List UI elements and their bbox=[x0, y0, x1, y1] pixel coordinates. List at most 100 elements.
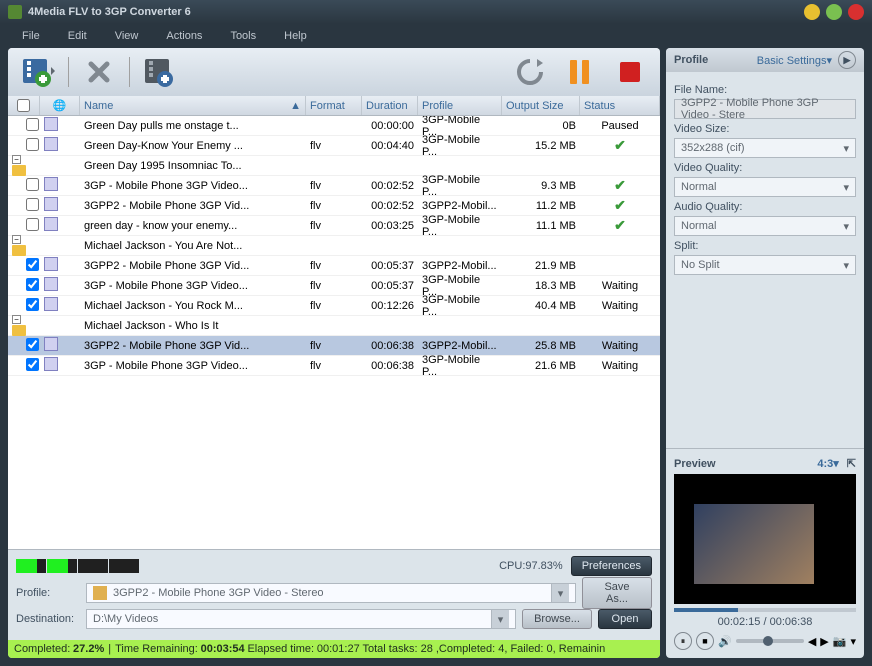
row-checkbox[interactable] bbox=[26, 278, 39, 291]
destination-field[interactable]: D:\My Videos ▾ bbox=[86, 609, 516, 629]
row-name: Michael Jackson - You Rock M... bbox=[80, 300, 306, 312]
row-status: Waiting bbox=[580, 340, 660, 352]
file-row[interactable]: 3GPP2 - Mobile Phone 3GP Vid...flv00:02:… bbox=[8, 196, 660, 216]
group-row[interactable]: −Michael Jackson - Who Is It bbox=[8, 316, 660, 336]
convert-button[interactable] bbox=[510, 54, 550, 90]
col-output[interactable]: Output Size bbox=[502, 96, 580, 115]
row-name: 3GP - Mobile Phone 3GP Video... bbox=[80, 180, 306, 192]
row-checkbox[interactable] bbox=[26, 118, 39, 131]
row-checkbox[interactable] bbox=[26, 178, 39, 191]
group-row[interactable]: − Green Day 1995 Insomniac To... bbox=[8, 156, 660, 176]
file-row[interactable]: 3GP - Mobile Phone 3GP Video...flv00:06:… bbox=[8, 356, 660, 376]
col-duration[interactable]: Duration bbox=[362, 96, 418, 115]
preview-video[interactable] bbox=[674, 474, 856, 604]
expand-toggle[interactable]: − bbox=[12, 235, 21, 244]
row-duration: 00:06:38 bbox=[362, 340, 418, 352]
preview-stop-button[interactable]: ■ bbox=[696, 632, 714, 650]
row-checkbox[interactable] bbox=[26, 198, 39, 211]
basic-settings-toggle[interactable]: Basic Settings▾ bbox=[757, 54, 832, 67]
browse-button[interactable]: Browse... bbox=[522, 609, 592, 629]
menu-edit[interactable]: Edit bbox=[54, 26, 101, 46]
row-output: 11.2 MB bbox=[502, 200, 580, 212]
videosize-label: Video Size: bbox=[674, 123, 856, 135]
maximize-button[interactable] bbox=[826, 4, 842, 20]
row-name: Green Day 1995 Insomniac To... bbox=[80, 160, 306, 172]
videoquality-dropdown[interactable]: Normal▾ bbox=[674, 177, 856, 197]
row-checkbox[interactable] bbox=[26, 298, 39, 311]
row-checkbox[interactable] bbox=[26, 218, 39, 231]
snapshot-button[interactable]: 📷 bbox=[833, 635, 847, 648]
menu-tools[interactable]: Tools bbox=[216, 26, 270, 46]
menu-view[interactable]: View bbox=[101, 26, 153, 46]
close-button[interactable] bbox=[848, 4, 864, 20]
menu-bar: File Edit View Actions Tools Help bbox=[0, 24, 872, 48]
row-status: Waiting bbox=[580, 360, 660, 372]
app-icon bbox=[8, 5, 22, 19]
preferences-button[interactable]: Preferences bbox=[571, 556, 652, 576]
menu-actions[interactable]: Actions bbox=[152, 26, 216, 46]
expand-toggle[interactable]: − bbox=[12, 155, 21, 164]
col-type[interactable]: 🌐 bbox=[40, 96, 80, 115]
minimize-button[interactable] bbox=[804, 4, 820, 20]
file-row[interactable]: Green Day pulls me onstage t...00:00:003… bbox=[8, 116, 660, 136]
pause-button[interactable] bbox=[560, 54, 600, 90]
audioquality-dropdown[interactable]: Normal▾ bbox=[674, 216, 856, 236]
stop-button[interactable] bbox=[610, 54, 650, 90]
row-status: ✔ bbox=[580, 197, 660, 214]
col-profile[interactable]: Profile bbox=[418, 96, 502, 115]
volume-slider[interactable] bbox=[736, 639, 804, 643]
row-duration: 00:03:25 bbox=[362, 220, 418, 232]
row-checkbox[interactable] bbox=[26, 358, 39, 371]
row-status: Waiting bbox=[580, 280, 660, 292]
dropdown-icon: ▾ bbox=[551, 584, 569, 602]
expand-toggle[interactable]: − bbox=[12, 315, 21, 324]
videoquality-label: Video Quality: bbox=[674, 162, 856, 174]
file-row[interactable]: 3GP - Mobile Phone 3GP Video...flv00:02:… bbox=[8, 176, 660, 196]
row-checkbox[interactable] bbox=[26, 258, 39, 271]
play-profile-button[interactable]: ▶ bbox=[838, 51, 856, 69]
aspect-ratio-toggle[interactable]: 4:3▾ bbox=[817, 457, 838, 470]
col-format[interactable]: Format bbox=[306, 96, 362, 115]
row-duration: 00:05:37 bbox=[362, 260, 418, 272]
save-as-button[interactable]: Save As... bbox=[582, 577, 652, 609]
output-profile-button[interactable] bbox=[140, 54, 180, 90]
file-list[interactable]: Green Day pulls me onstage t...00:00:003… bbox=[8, 116, 660, 549]
popout-icon[interactable]: ⇱ bbox=[847, 457, 856, 470]
next-frame-button[interactable]: ▶ bbox=[820, 635, 828, 648]
row-checkbox[interactable] bbox=[26, 338, 39, 351]
row-checkbox[interactable] bbox=[26, 138, 39, 151]
row-output: 18.3 MB bbox=[502, 280, 580, 292]
profile-dropdown[interactable]: 3GPP2 - Mobile Phone 3GP Video - Stereo … bbox=[86, 583, 576, 603]
videosize-dropdown[interactable]: 352x288 (cif)▾ bbox=[674, 138, 856, 158]
preview-progress[interactable] bbox=[674, 608, 856, 612]
row-duration: 00:04:40 bbox=[362, 140, 418, 152]
volume-icon[interactable]: 🔊 bbox=[718, 635, 732, 648]
file-row[interactable]: 3GPP2 - Mobile Phone 3GP Vid...flv00:05:… bbox=[8, 256, 660, 276]
file-row[interactable]: 3GP - Mobile Phone 3GP Video...flv00:05:… bbox=[8, 276, 660, 296]
col-name[interactable]: Name▲ bbox=[80, 96, 306, 115]
preview-pause-button[interactable]: ⏸ bbox=[674, 632, 692, 650]
file-row[interactable]: Green Day-Know Your Enemy ...flv00:04:40… bbox=[8, 136, 660, 156]
row-profile: 3GP-Mobile P... bbox=[418, 294, 502, 318]
file-row[interactable]: green day - know your enemy...flv00:03:2… bbox=[8, 216, 660, 236]
split-dropdown[interactable]: No Split▾ bbox=[674, 255, 856, 275]
col-check[interactable] bbox=[8, 96, 40, 115]
group-row[interactable]: −Michael Jackson - You Are Not... bbox=[8, 236, 660, 256]
folder-icon bbox=[12, 165, 26, 176]
destination-label: Destination: bbox=[16, 613, 86, 625]
file-row[interactable]: 3GPP2 - Mobile Phone 3GP Vid...flv00:06:… bbox=[8, 336, 660, 356]
filename-field[interactable]: 3GPP2 - Mobile Phone 3GP Video - Stere bbox=[674, 99, 856, 119]
col-status[interactable]: Status bbox=[580, 96, 660, 115]
file-row[interactable]: Michael Jackson - You Rock M...flv00:12:… bbox=[8, 296, 660, 316]
add-file-button[interactable] bbox=[18, 54, 58, 90]
open-button[interactable]: Open bbox=[598, 609, 652, 629]
row-name: 3GP - Mobile Phone 3GP Video... bbox=[80, 360, 306, 372]
snapshot-menu-button[interactable]: ▾ bbox=[850, 635, 856, 648]
prev-frame-button[interactable]: ◀ bbox=[808, 635, 816, 648]
profile-label: Profile: bbox=[16, 587, 86, 599]
delete-button[interactable] bbox=[79, 54, 119, 90]
row-output: 9.3 MB bbox=[502, 180, 580, 192]
menu-file[interactable]: File bbox=[8, 26, 54, 46]
row-format: flv bbox=[306, 180, 362, 192]
menu-help[interactable]: Help bbox=[270, 26, 321, 46]
